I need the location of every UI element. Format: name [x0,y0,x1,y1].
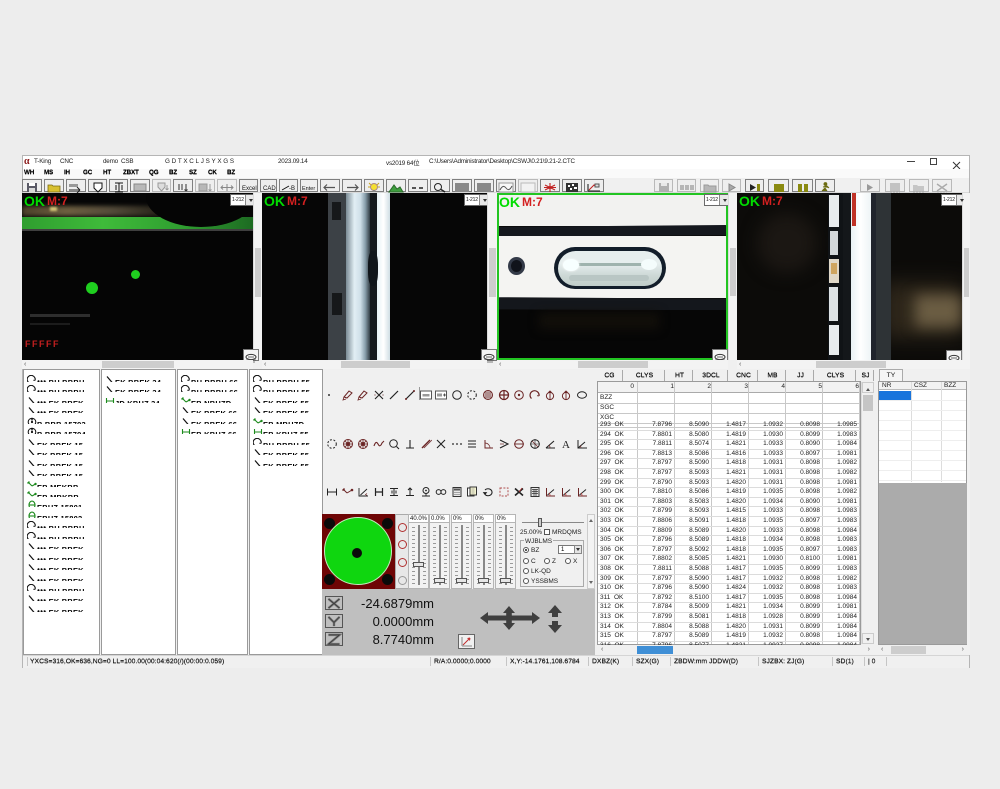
svg-text:Excel: Excel [242,186,257,192]
svg-text:Enter: Enter [302,186,315,192]
svg-text:A: A [562,439,570,450]
svg-text:-B: -B [289,186,295,192]
svg-text:CAD: CAD [263,186,276,192]
